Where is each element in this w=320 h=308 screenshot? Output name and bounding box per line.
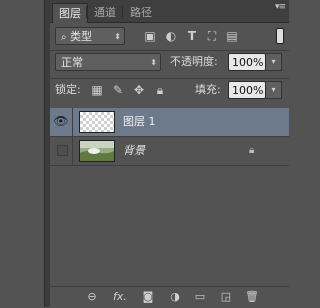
visibility-separator	[72, 137, 73, 165]
layer-name[interactable]: 背景	[123, 137, 145, 165]
panel-menu-icon[interactable]: ▾≡	[275, 2, 286, 12]
adjustment-filter-icon[interactable]: ◐	[164, 29, 178, 43]
lock-all-icon[interactable]: 🔒︎	[153, 83, 167, 97]
tab-layers[interactable]: 图层	[52, 3, 88, 23]
opacity-dropdown-button[interactable]: ▾	[266, 53, 282, 71]
layers-bottom-toolbar: ⊖ fx. ◙ ◑ ▭ ◲ 🗑︎	[50, 286, 289, 308]
filter-toggle[interactable]	[276, 28, 284, 44]
adjustment-layer-icon[interactable]: ◑	[167, 290, 183, 304]
delete-layer-icon[interactable]: 🗑︎	[244, 290, 260, 304]
blend-mode-dropdown[interactable]: 正常 ⬍	[55, 53, 161, 71]
tab-separator	[86, 6, 87, 18]
add-mask-icon[interactable]: ◙	[140, 290, 156, 304]
layer-row[interactable]: 背景 🔒︎	[50, 137, 289, 166]
visibility-toggle[interactable]	[57, 145, 68, 156]
tab-channels[interactable]: 通道	[88, 3, 122, 22]
blend-mode-value: 正常	[61, 56, 83, 69]
fill-dropdown-button[interactable]: ▾	[266, 81, 282, 99]
divider	[50, 78, 289, 79]
search-icon: ⌕	[61, 32, 67, 43]
lock-image-pixels-icon[interactable]: ✎	[111, 83, 125, 97]
tab-separator	[122, 6, 123, 18]
filter-kind-dropdown[interactable]: ⌕ 类型 ⬍	[55, 27, 125, 45]
shape-filter-icon[interactable]: ⛶	[205, 29, 219, 43]
layer-name[interactable]: 图层 1	[123, 108, 156, 136]
lock-position-icon[interactable]: ✥	[132, 83, 146, 97]
layers-list: 👁︎ 图层 1 背景 🔒︎	[50, 108, 289, 284]
lock-transparent-pixels-icon[interactable]: ▦	[90, 83, 104, 97]
tab-paths[interactable]: 路径	[124, 3, 158, 22]
layer-thumbnail	[79, 140, 115, 162]
blend-row: 正常 ⬍ 不透明度: 100% ▾	[50, 52, 289, 78]
image-filter-icon[interactable]: ▣	[143, 29, 157, 43]
canvas-workspace	[0, 0, 44, 307]
link-layers-icon[interactable]: ⊖	[84, 290, 100, 304]
panel-tab-bar: 图层 通道 路径 ▾≡	[50, 0, 289, 23]
updown-arrow-icon: ⬍	[150, 58, 157, 67]
opacity-label: 不透明度:	[170, 55, 218, 68]
landscape-thumbnail-image	[80, 141, 114, 161]
opacity-input[interactable]: 100%	[228, 53, 266, 71]
lock-icon: 🔒︎	[249, 145, 255, 156]
layer-row[interactable]: 👁︎ 图层 1	[50, 108, 289, 137]
layers-panel: 图层 通道 路径 ▾≡ ⌕ 类型 ⬍ ▣ ◐ T ⛶ ▤ 正常 ⬍ 不透明度: …	[50, 0, 289, 308]
smart-object-filter-icon[interactable]: ▤	[225, 29, 239, 43]
updown-arrow-icon: ⬍	[114, 32, 121, 41]
layer-thumbnail	[79, 111, 115, 133]
fill-label: 填充:	[195, 83, 221, 96]
lock-label: 锁定:	[55, 83, 81, 96]
lock-row: 锁定: ▦ ✎ ✥ 🔒︎ 填充: 100% ▾	[50, 80, 289, 106]
new-layer-icon[interactable]: ◲	[218, 290, 234, 304]
new-group-icon[interactable]: ▭	[192, 290, 208, 304]
filter-row: ⌕ 类型 ⬍ ▣ ◐ T ⛶ ▤	[50, 25, 289, 51]
fill-input[interactable]: 100%	[228, 81, 266, 99]
visibility-separator	[72, 108, 73, 136]
fx-icon[interactable]: fx.	[112, 290, 128, 304]
type-filter-icon[interactable]: T	[185, 29, 199, 43]
filter-kind-label: 类型	[70, 30, 93, 43]
eye-icon[interactable]: 👁︎	[53, 114, 69, 128]
divider	[50, 50, 289, 51]
